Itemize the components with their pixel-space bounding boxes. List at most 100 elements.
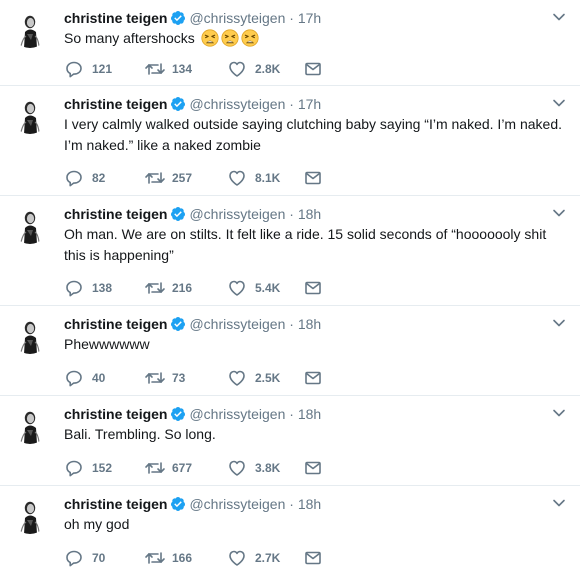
display-name[interactable]: christine teigen xyxy=(64,96,167,112)
separator-dot: · xyxy=(289,206,294,222)
avatar[interactable] xyxy=(11,316,49,354)
timestamp[interactable]: 18h xyxy=(298,206,321,222)
reply-count: 40 xyxy=(92,371,106,385)
display-name[interactable]: christine teigen xyxy=(64,206,167,222)
tweet-text: Bali. Trembling. So long. xyxy=(64,426,216,442)
tweet-actions: 40 73 2.5K xyxy=(64,368,364,388)
tweet-actions: 152 677 3.8K xyxy=(64,458,364,478)
tweet-text-content: So many aftershocks xyxy=(64,30,195,46)
like-button[interactable]: 8.1K xyxy=(227,168,297,188)
tweet-card[interactable]: christine teigen @chrissyteigen · 18h Phe… xyxy=(0,306,580,396)
timestamp[interactable]: 18h xyxy=(298,406,321,422)
timestamp[interactable]: 18h xyxy=(298,496,321,512)
avatar[interactable] xyxy=(11,10,49,48)
retweet-button[interactable]: 73 xyxy=(144,368,214,388)
username-handle[interactable]: @chrissyteigen xyxy=(189,406,285,422)
retweet-button[interactable]: 257 xyxy=(144,168,214,188)
reply-button[interactable]: 152 xyxy=(64,458,124,478)
separator-dot: · xyxy=(289,316,294,332)
like-count: 2.5K xyxy=(255,371,281,385)
tweet-text: oh my god xyxy=(64,516,130,532)
reply-button[interactable]: 40 xyxy=(64,368,124,388)
direct-message-button[interactable] xyxy=(303,278,325,298)
tweet-actions: 82 257 8.1K xyxy=(64,168,364,188)
tweet-card[interactable]: christine teigen @chrissyteigen · 18h oh … xyxy=(0,486,580,572)
reply-count: 82 xyxy=(92,171,106,185)
direct-message-button[interactable] xyxy=(303,168,325,188)
tired-face-emoji xyxy=(241,29,259,53)
chevron-down-icon[interactable] xyxy=(552,10,566,24)
reply-button[interactable]: 121 xyxy=(64,59,124,79)
reply-count: 121 xyxy=(92,62,113,76)
tweet-card[interactable]: christine teigen @chrissyteigen · 18h Oh … xyxy=(0,196,580,306)
display-name[interactable]: christine teigen xyxy=(64,10,167,26)
chevron-down-icon[interactable] xyxy=(552,206,566,220)
timestamp[interactable]: 17h xyxy=(298,10,321,26)
direct-message-button[interactable] xyxy=(303,458,325,478)
retweet-button[interactable]: 134 xyxy=(144,59,214,79)
retweet-button[interactable]: 166 xyxy=(144,548,214,568)
retweet-count: 166 xyxy=(172,551,193,565)
separator-dot: · xyxy=(289,406,294,422)
like-button[interactable]: 5.4K xyxy=(227,278,297,298)
username-handle[interactable]: @chrissyteigen xyxy=(189,96,285,112)
tweet-actions: 138 216 5.4K xyxy=(64,278,364,298)
reply-count: 152 xyxy=(92,461,113,475)
like-button[interactable]: 3.8K xyxy=(227,458,297,478)
retweet-button[interactable]: 216 xyxy=(144,278,214,298)
direct-message-button[interactable] xyxy=(303,548,325,568)
retweet-count: 134 xyxy=(172,62,193,76)
chevron-down-icon[interactable] xyxy=(552,496,566,510)
username-handle[interactable]: @chrissyteigen xyxy=(189,316,285,332)
timestamp[interactable]: 18h xyxy=(298,316,321,332)
like-button[interactable]: 2.7K xyxy=(227,548,297,568)
tweet-text: Oh man. We are on stilts. It felt like a… xyxy=(64,226,547,263)
tired-face-emoji xyxy=(201,29,219,53)
tweet-text: So many aftershocks xyxy=(64,28,564,53)
retweet-count: 257 xyxy=(172,171,193,185)
avatar[interactable] xyxy=(11,206,49,244)
tweet-card[interactable]: christine teigen @chrissyteigen · 17h So … xyxy=(0,0,580,86)
username-handle[interactable]: @chrissyteigen xyxy=(189,496,285,512)
tired-face-emoji xyxy=(221,29,239,53)
reply-button[interactable]: 82 xyxy=(64,168,124,188)
tweet-header: christine teigen @chrissyteigen · 17h xyxy=(64,94,540,114)
reply-button[interactable]: 70 xyxy=(64,548,124,568)
direct-message-button[interactable] xyxy=(303,59,325,79)
tweet-timeline: christine teigen @chrissyteigen · 17h So … xyxy=(0,0,580,572)
display-name[interactable]: christine teigen xyxy=(64,406,167,422)
tweet-card[interactable]: christine teigen @chrissyteigen · 17h I v… xyxy=(0,86,580,196)
tweet-actions: 70 166 2.7K xyxy=(64,548,364,568)
reply-button[interactable]: 138 xyxy=(64,278,124,298)
like-count: 8.1K xyxy=(255,171,281,185)
retweet-count: 216 xyxy=(172,281,193,295)
like-count: 5.4K xyxy=(255,281,281,295)
separator-dot: · xyxy=(289,496,294,512)
avatar[interactable] xyxy=(11,496,49,534)
like-button[interactable]: 2.8K xyxy=(227,59,297,79)
tweet-card[interactable]: christine teigen @chrissyteigen · 18h Bal… xyxy=(0,396,580,486)
tweet-actions: 121 134 2.8K xyxy=(64,59,364,79)
separator-dot: · xyxy=(289,10,294,26)
display-name[interactable]: christine teigen xyxy=(64,316,167,332)
tweet-header: christine teigen @chrissyteigen · 17h xyxy=(64,8,540,28)
tweet-text: I very calmly walked outside saying clut… xyxy=(64,116,563,153)
direct-message-button[interactable] xyxy=(303,368,325,388)
display-name[interactable]: christine teigen xyxy=(64,496,167,512)
like-count: 2.8K xyxy=(255,62,281,76)
chevron-down-icon[interactable] xyxy=(552,406,566,420)
like-count: 3.8K xyxy=(255,461,281,475)
timestamp[interactable]: 17h xyxy=(298,96,321,112)
tweet-header: christine teigen @chrissyteigen · 18h xyxy=(64,204,540,224)
avatar[interactable] xyxy=(11,96,49,134)
chevron-down-icon[interactable] xyxy=(552,96,566,110)
tweet-text: Phewwwwww xyxy=(64,336,150,352)
tweet-header: christine teigen @chrissyteigen · 18h xyxy=(64,494,540,514)
like-count: 2.7K xyxy=(255,551,281,565)
username-handle[interactable]: @chrissyteigen xyxy=(189,10,285,26)
retweet-button[interactable]: 677 xyxy=(144,458,214,478)
chevron-down-icon[interactable] xyxy=(552,316,566,330)
username-handle[interactable]: @chrissyteigen xyxy=(189,206,285,222)
like-button[interactable]: 2.5K xyxy=(227,368,297,388)
avatar[interactable] xyxy=(11,406,49,444)
